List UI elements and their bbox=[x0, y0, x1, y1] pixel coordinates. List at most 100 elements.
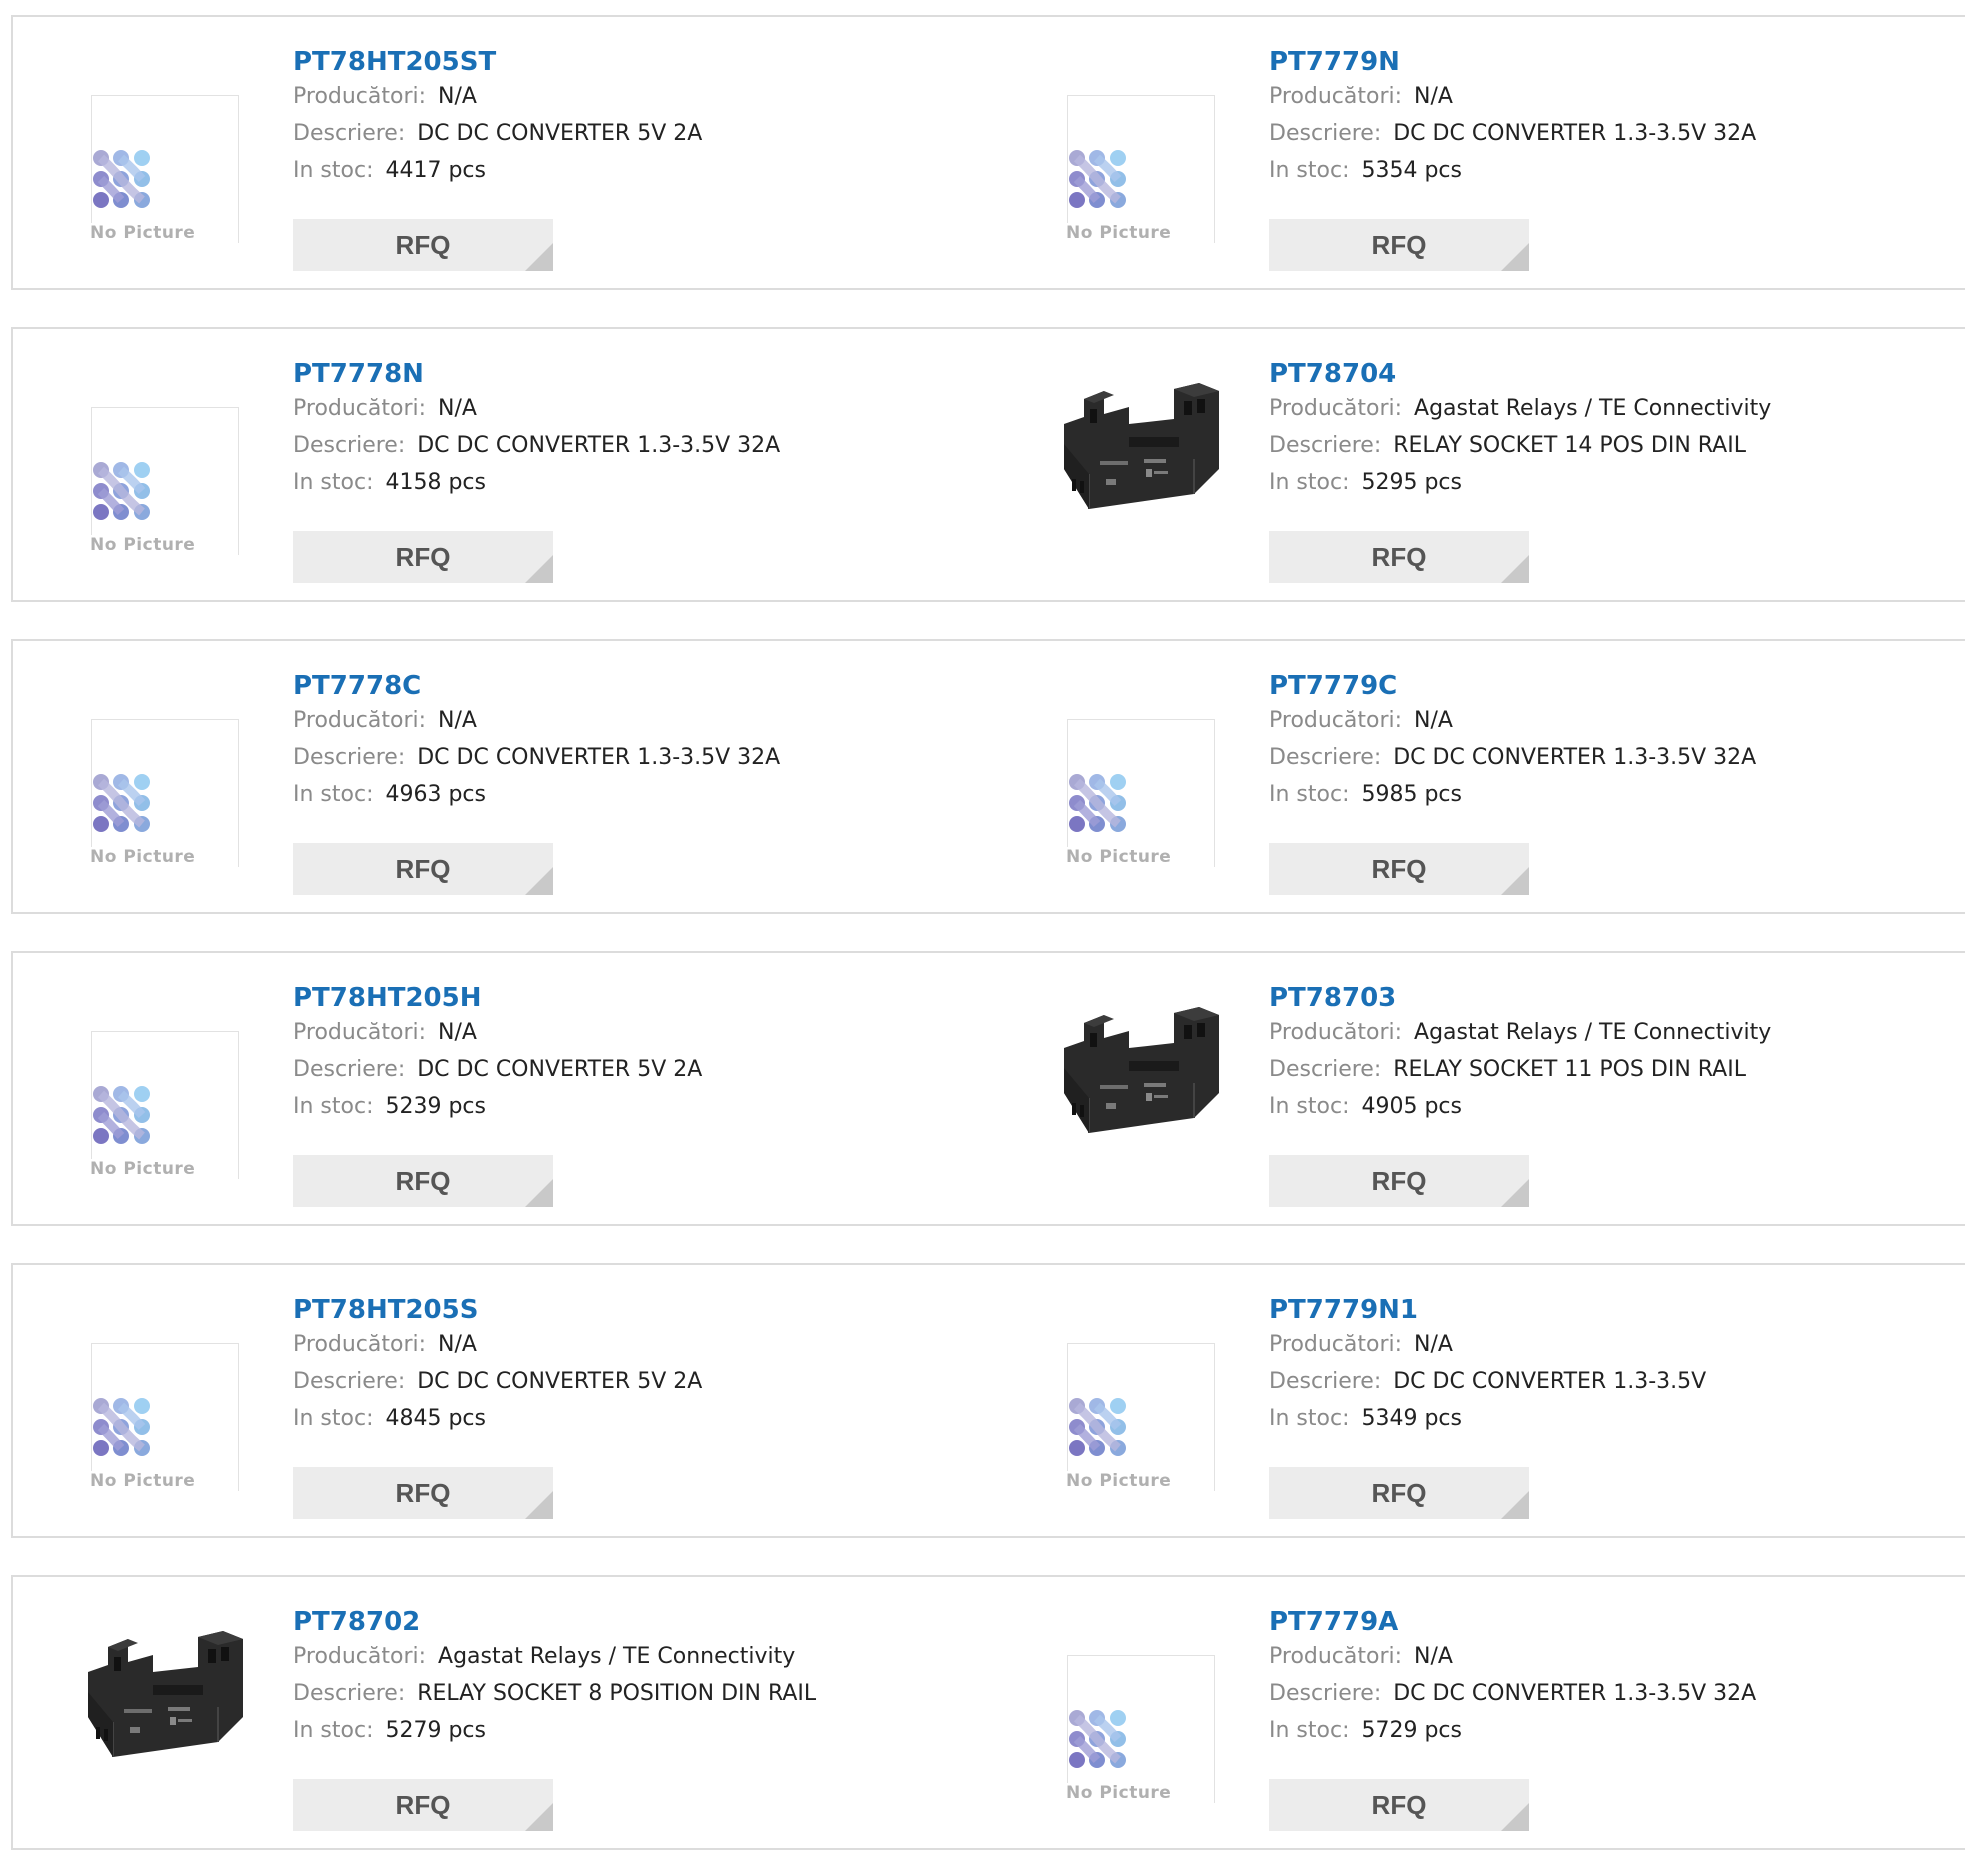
manufacturer-label: Producători: bbox=[293, 84, 427, 110]
rfq-button[interactable]: RFQ bbox=[293, 1779, 553, 1831]
rfq-button[interactable]: RFQ bbox=[1269, 1467, 1529, 1519]
product-thumbnail[interactable]: No Picture bbox=[63, 1325, 239, 1495]
stock-value: 5985 pcs bbox=[1361, 782, 1462, 808]
product-thumbnail[interactable] bbox=[1034, 993, 1219, 1163]
no-picture-placeholder: No Picture bbox=[90, 407, 239, 556]
rfq-button[interactable]: RFQ bbox=[1269, 219, 1529, 271]
product-part-number-link[interactable]: PT7778C bbox=[293, 671, 973, 702]
rfq-button[interactable]: RFQ bbox=[1269, 843, 1529, 895]
rfq-label: RFQ bbox=[395, 1789, 451, 1820]
manufacturer-label: Producători: bbox=[293, 708, 427, 734]
product-info: PT7778N Producători: N/A Descriere: DC DC … bbox=[293, 359, 973, 501]
product-part-number-link[interactable]: PT7778N bbox=[293, 359, 973, 390]
product-thumbnail[interactable]: No Picture bbox=[1039, 701, 1215, 871]
rfq-button[interactable]: RFQ bbox=[1269, 1155, 1529, 1207]
corner-decoration bbox=[1501, 555, 1529, 583]
rfq-button[interactable]: RFQ bbox=[1269, 531, 1529, 583]
description-value: DC DC CONVERTER 5V 2A bbox=[417, 1369, 703, 1395]
description-label: Descriere: bbox=[1269, 121, 1382, 147]
no-picture-placeholder: No Picture bbox=[90, 719, 239, 868]
stock-value: 4417 pcs bbox=[385, 158, 486, 184]
manufacturer-value: N/A bbox=[1414, 1332, 1453, 1358]
stock-label: In stoc: bbox=[1269, 1406, 1350, 1432]
stock-value: 5279 pcs bbox=[385, 1718, 486, 1744]
stock-label: In stoc: bbox=[1269, 782, 1350, 808]
product-card: No Picture PT78HT205S Producători: N/A De… bbox=[11, 1263, 991, 1538]
product-thumbnail[interactable]: No Picture bbox=[1039, 1637, 1215, 1807]
manufacturer-row: Producători: N/A bbox=[293, 78, 973, 115]
product-thumbnail[interactable] bbox=[58, 1617, 243, 1787]
product-thumbnail[interactable]: No Picture bbox=[63, 1013, 239, 1183]
no-picture-label: No Picture bbox=[1066, 847, 1178, 867]
stock-value: 5354 pcs bbox=[1361, 158, 1462, 184]
description-label: Descriere: bbox=[1269, 433, 1382, 459]
product-part-number-link[interactable]: PT78HT205S bbox=[293, 1295, 973, 1326]
stock-row: In stoc: 5985 pcs bbox=[1269, 776, 1949, 813]
product-part-number-link[interactable]: PT78704 bbox=[1269, 359, 1949, 390]
rfq-button[interactable]: RFQ bbox=[293, 1155, 553, 1207]
product-part-number-link[interactable]: PT7779A bbox=[1269, 1607, 1949, 1638]
product-part-number-link[interactable]: PT7779N bbox=[1269, 47, 1949, 78]
product-thumbnail[interactable]: No Picture bbox=[1039, 1325, 1215, 1495]
rfq-label: RFQ bbox=[395, 541, 451, 572]
no-picture-placeholder: No Picture bbox=[90, 1343, 239, 1492]
description-value: DC DC CONVERTER 1.3-3.5V 32A bbox=[417, 433, 781, 459]
stock-label: In stoc: bbox=[1269, 1718, 1350, 1744]
product-card: No Picture PT7779A Producători: N/A Descr… bbox=[989, 1575, 1965, 1850]
description-value: DC DC CONVERTER 5V 2A bbox=[417, 1057, 703, 1083]
product-thumbnail[interactable]: No Picture bbox=[63, 701, 239, 871]
corner-decoration bbox=[525, 1491, 553, 1519]
corner-decoration bbox=[525, 1179, 553, 1207]
product-thumbnail[interactable]: No Picture bbox=[63, 389, 239, 559]
stock-value: 5729 pcs bbox=[1361, 1718, 1462, 1744]
description-row: Descriere: RELAY SOCKET 8 POSITION DIN RA… bbox=[293, 1675, 973, 1712]
rfq-button[interactable]: RFQ bbox=[293, 1467, 553, 1519]
stock-label: In stoc: bbox=[293, 1718, 374, 1744]
manufacturer-value: Agastat Relays / TE Connectivity bbox=[438, 1644, 796, 1670]
product-part-number-link[interactable]: PT78703 bbox=[1269, 983, 1949, 1014]
description-label: Descriere: bbox=[293, 1369, 406, 1395]
no-picture-placeholder: No Picture bbox=[90, 95, 239, 244]
manufacturer-value: Agastat Relays / TE Connectivity bbox=[1414, 396, 1772, 422]
no-picture-label: No Picture bbox=[1066, 223, 1178, 243]
rfq-button[interactable]: RFQ bbox=[293, 531, 553, 583]
product-part-number-link[interactable]: PT78HT205H bbox=[293, 983, 973, 1014]
product-part-number-link[interactable]: PT7779C bbox=[1269, 671, 1949, 702]
rfq-button[interactable]: RFQ bbox=[1269, 1779, 1529, 1831]
description-row: Descriere: DC DC CONVERTER 1.3-3.5V 32A bbox=[1269, 1675, 1949, 1712]
description-value: DC DC CONVERTER 1.3-3.5V 32A bbox=[417, 745, 781, 771]
description-value: DC DC CONVERTER 5V 2A bbox=[417, 121, 703, 147]
description-row: Descriere: DC DC CONVERTER 5V 2A bbox=[293, 1363, 973, 1400]
product-info: PT78702 Producători: Agastat Relays / TE … bbox=[293, 1607, 973, 1749]
product-part-number-link[interactable]: PT78HT205ST bbox=[293, 47, 973, 78]
product-card: No Picture PT7779N1 Producători: N/A Desc… bbox=[989, 1263, 1965, 1538]
description-row: Descriere: DC DC CONVERTER 1.3-3.5V 32A bbox=[1269, 115, 1949, 152]
manufacturer-label: Producători: bbox=[1269, 1332, 1403, 1358]
product-part-number-link[interactable]: PT78702 bbox=[293, 1607, 973, 1638]
no-picture-label: No Picture bbox=[1066, 1471, 1178, 1491]
manufacturer-label: Producători: bbox=[293, 1332, 427, 1358]
no-picture-icon bbox=[1069, 1398, 1126, 1456]
rfq-button[interactable]: RFQ bbox=[293, 843, 553, 895]
description-row: Descriere: DC DC CONVERTER 5V 2A bbox=[293, 115, 973, 152]
no-picture-icon bbox=[1069, 774, 1126, 832]
no-picture-icon bbox=[93, 1086, 150, 1144]
no-picture-label: No Picture bbox=[90, 535, 202, 555]
product-part-number-link[interactable]: PT7779N1 bbox=[1269, 1295, 1949, 1326]
manufacturer-value: N/A bbox=[1414, 708, 1453, 734]
product-thumbnail[interactable]: No Picture bbox=[63, 77, 239, 247]
rfq-button[interactable]: RFQ bbox=[293, 219, 553, 271]
no-picture-placeholder: No Picture bbox=[1066, 719, 1215, 868]
stock-row: In stoc: 5279 pcs bbox=[293, 1712, 973, 1749]
description-label: Descriere: bbox=[293, 121, 406, 147]
no-picture-label: No Picture bbox=[1066, 1783, 1178, 1803]
rfq-label: RFQ bbox=[1371, 1477, 1427, 1508]
product-info: PT7779A Producători: N/A Descriere: DC DC … bbox=[1269, 1607, 1949, 1749]
manufacturer-label: Producători: bbox=[1269, 84, 1403, 110]
corner-decoration bbox=[1501, 867, 1529, 895]
stock-value: 5349 pcs bbox=[1361, 1406, 1462, 1432]
product-grid: No Picture PT78HT205ST Producători: N/A D… bbox=[0, 0, 1965, 1850]
product-thumbnail[interactable] bbox=[1034, 369, 1219, 539]
product-thumbnail[interactable]: No Picture bbox=[1039, 77, 1215, 247]
product-card: No Picture PT7778N Producători: N/A Descr… bbox=[11, 327, 991, 602]
